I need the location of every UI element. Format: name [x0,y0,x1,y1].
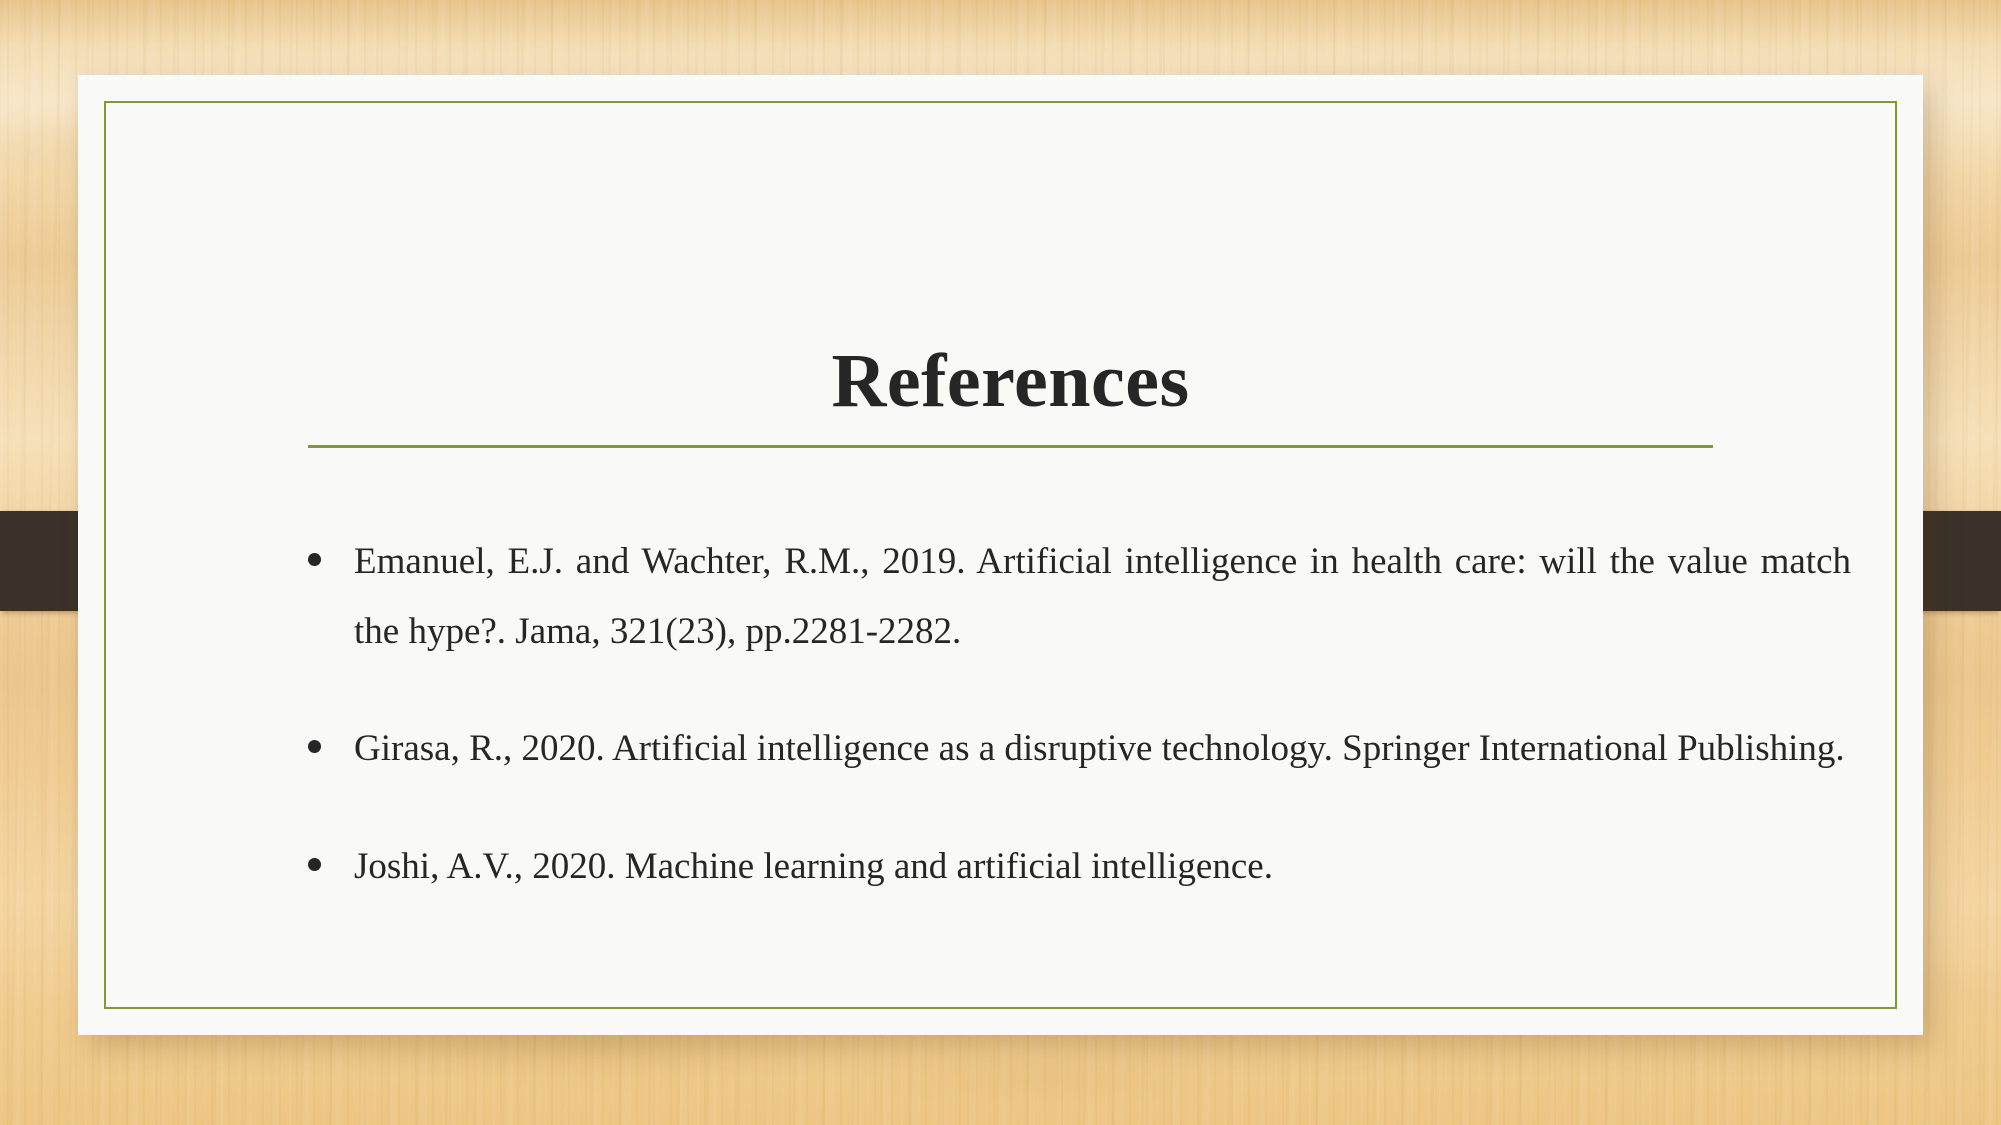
title-block: References [238,343,1783,448]
reference-text: Joshi, A.V., 2020. Machine learning and … [354,845,1273,887]
slide-content-card: References Emanuel, E.J. and Wachter, R.… [78,75,1923,1035]
reference-text: Emanuel, E.J. and Wachter, R.M., 2019. A… [354,541,1851,652]
page-title: References [831,339,1190,423]
bullet-icon [308,857,321,871]
bullet-icon [308,740,321,754]
bullet-icon [308,553,321,566]
slide-stage: References Emanuel, E.J. and Wachter, R.… [0,0,2001,1125]
reference-list: Emanuel, E.J. and Wachter, R.M., 2019. A… [306,527,1851,901]
reference-text: Girasa, R., 2020. Artificial intelligenc… [354,728,1845,770]
list-item: Emanuel, E.J. and Wachter, R.M., 2019. A… [306,527,1851,666]
list-item: Girasa, R., 2020. Artificial intelligenc… [306,714,1851,784]
list-item: Joshi, A.V., 2020. Machine learning and … [306,832,1851,902]
title-underline-divider [308,445,1713,448]
